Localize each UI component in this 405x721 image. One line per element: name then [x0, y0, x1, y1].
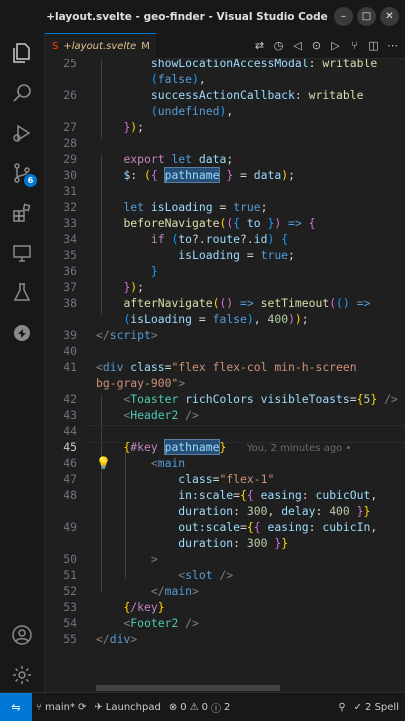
more-actions-icon[interactable]: ⋯ — [386, 39, 399, 52]
code-line: 27 }); — [63, 120, 145, 134]
code-line: 52 </main> — [63, 584, 199, 598]
code-line: 47 class="flex-1" — [63, 472, 275, 486]
tab-bar: S +layout.svelte M ⇄ ◷ ◁ ⊙ ▷ ⑂ ◫ ⋯ — [45, 32, 405, 59]
remote-indicator-icon[interactable]: ⇋ — [0, 693, 32, 721]
code-line: (false), — [150, 72, 206, 86]
settings-gear-icon[interactable] — [0, 655, 44, 695]
code-line: 39 </script> — [63, 328, 158, 342]
extensions-icon[interactable] — [0, 193, 44, 233]
info-icon: ⓘ — [210, 703, 221, 715]
git-blame-annotation: You, 2 minutes ago • — [246, 443, 352, 454]
error-count: 0 — [180, 701, 187, 713]
tab-label: +layout.svelte — [63, 40, 137, 52]
status-bar: ⇋ ⑂ main* ⟳ ✈ Launchpad ⊗ 0 ⚠ 0 ⓘ 2 ⚲ ✓ … — [0, 692, 405, 721]
git-branch-status[interactable]: ⑂ main* ⟳ — [32, 702, 90, 713]
spell-status[interactable]: ✓ 2 Spell — [350, 702, 405, 713]
ports-status[interactable]: ⚲ — [334, 702, 349, 713]
next-change-icon[interactable]: ▷ — [329, 39, 342, 52]
activity-bar: 6 — [0, 33, 45, 692]
code-line: 46 💡 <main — [63, 456, 186, 470]
blame-icon[interactable]: ⑂ — [348, 39, 361, 52]
testing-icon[interactable] — [0, 273, 44, 313]
error-icon: ⊗ — [168, 701, 178, 713]
close-button[interactable]: ✕ — [380, 7, 399, 26]
explorer-icon[interactable] — [0, 33, 44, 73]
code-line: 41 <div class="flex flex-col min-h-screen — [63, 360, 357, 374]
code-line: 29 export let data; — [63, 152, 234, 166]
code-line: duration: 300, delay: 400 }} — [178, 504, 371, 518]
info-count: 2 — [223, 701, 231, 713]
branch-name: main* — [45, 701, 75, 713]
launchpad-icon: ✈ — [94, 701, 103, 713]
account-icon[interactable] — [0, 615, 44, 655]
extension-view-icon[interactable] — [0, 313, 44, 353]
problems-status[interactable]: ⊗ 0 ⚠ 0 ⓘ 2 — [165, 700, 234, 715]
code-line: 30 $: ({ pathname } = data); — [63, 167, 295, 183]
code-line: 53 {/key} — [63, 600, 165, 614]
code-line: 25 showLocationAccessModal: writable — [63, 59, 378, 70]
editor-toolbar: ⇄ ◷ ◁ ⊙ ▷ ⑂ ◫ ⋯ — [253, 39, 405, 52]
spell-label: 2 Spell — [365, 701, 399, 713]
code-line: 45 {#key pathname} You, 2 minutes ago • — [63, 439, 352, 455]
code-line: 43 <Header2 /> — [63, 408, 199, 422]
tab-modified-badge: M — [141, 40, 150, 52]
code-line: 37 }); — [63, 280, 145, 294]
warning-icon: ⚠ — [189, 701, 199, 713]
launchpad-status[interactable]: ✈ Launchpad — [90, 702, 164, 713]
code-line: 40 — [63, 344, 77, 358]
code-line: (isLoading = false), 400)); — [123, 312, 309, 326]
code-editor[interactable]: 25 showLocationAccessModal: writable (fa… — [45, 59, 405, 692]
commit-icon[interactable]: ⊙ — [310, 39, 323, 52]
timeline-icon[interactable]: ◷ — [272, 39, 285, 52]
search-icon[interactable] — [0, 73, 44, 113]
previous-change-icon[interactable]: ◁ — [291, 39, 304, 52]
code-line: (undefined), — [150, 104, 234, 118]
split-editor-icon[interactable]: ◫ — [367, 39, 380, 52]
code-line: 51 <slot /> — [63, 568, 234, 582]
code-line: 55 </div> — [63, 632, 138, 646]
code-line: bg-gray-900"> — [96, 376, 186, 390]
svelte-file-icon: S — [52, 40, 59, 52]
maximize-button[interactable]: □ — [357, 7, 376, 26]
compare-changes-icon[interactable]: ⇄ — [253, 39, 266, 52]
code-line: 33 beforeNavigate(({ to }) => { — [63, 216, 316, 230]
code-line: 26 successActionCallback: writable — [63, 88, 364, 102]
code-line: duration: 300 }} — [178, 536, 289, 550]
remote-explorer-icon[interactable] — [0, 233, 44, 273]
minimize-button[interactable]: – — [334, 7, 353, 26]
code-line: 28 — [63, 136, 77, 150]
ports-icon: ⚲ — [338, 701, 346, 713]
run-debug-icon[interactable] — [0, 113, 44, 153]
code-line: 54 <Footer2 /> — [63, 616, 199, 630]
code-line: 42 <Toaster richColors visibleToasts={5}… — [63, 392, 398, 406]
code-line: 31 — [63, 184, 77, 198]
title-bar: +layout.svelte - geo-finder - Visual Stu… — [0, 0, 405, 34]
tab-layout-svelte[interactable]: S +layout.svelte M — [45, 32, 156, 59]
check-icon: ✓ — [353, 701, 363, 713]
code-line: 48 in:scale={{ easing: cubicOut, — [63, 488, 378, 502]
source-control-icon[interactable]: 6 — [0, 153, 44, 193]
code-line: 35 isLoading = true; — [63, 248, 295, 262]
code-line: 32 let isLoading = true; — [63, 200, 268, 214]
code-line: 38 afterNavigate(() => setTimeout(() => — [63, 296, 371, 310]
code-line: 36 } — [63, 264, 158, 278]
branch-icon: ⑂ — [36, 701, 42, 713]
code-line: 44 — [63, 424, 77, 438]
code-line: 49 out:scale={{ easing: cubicIn, — [63, 520, 378, 534]
code-line: 34 if (to?.route?.id) { — [63, 232, 289, 246]
warning-count: 0 — [201, 701, 208, 713]
horizontal-scrollbar[interactable] — [96, 685, 280, 691]
sync-icon: ⟳ — [78, 701, 87, 713]
window-title: +layout.svelte - geo-finder - Visual Stu… — [46, 10, 328, 23]
code-line: 50 > — [63, 552, 158, 566]
scm-badge: 6 — [24, 174, 37, 187]
launchpad-label: Launchpad — [105, 701, 161, 713]
